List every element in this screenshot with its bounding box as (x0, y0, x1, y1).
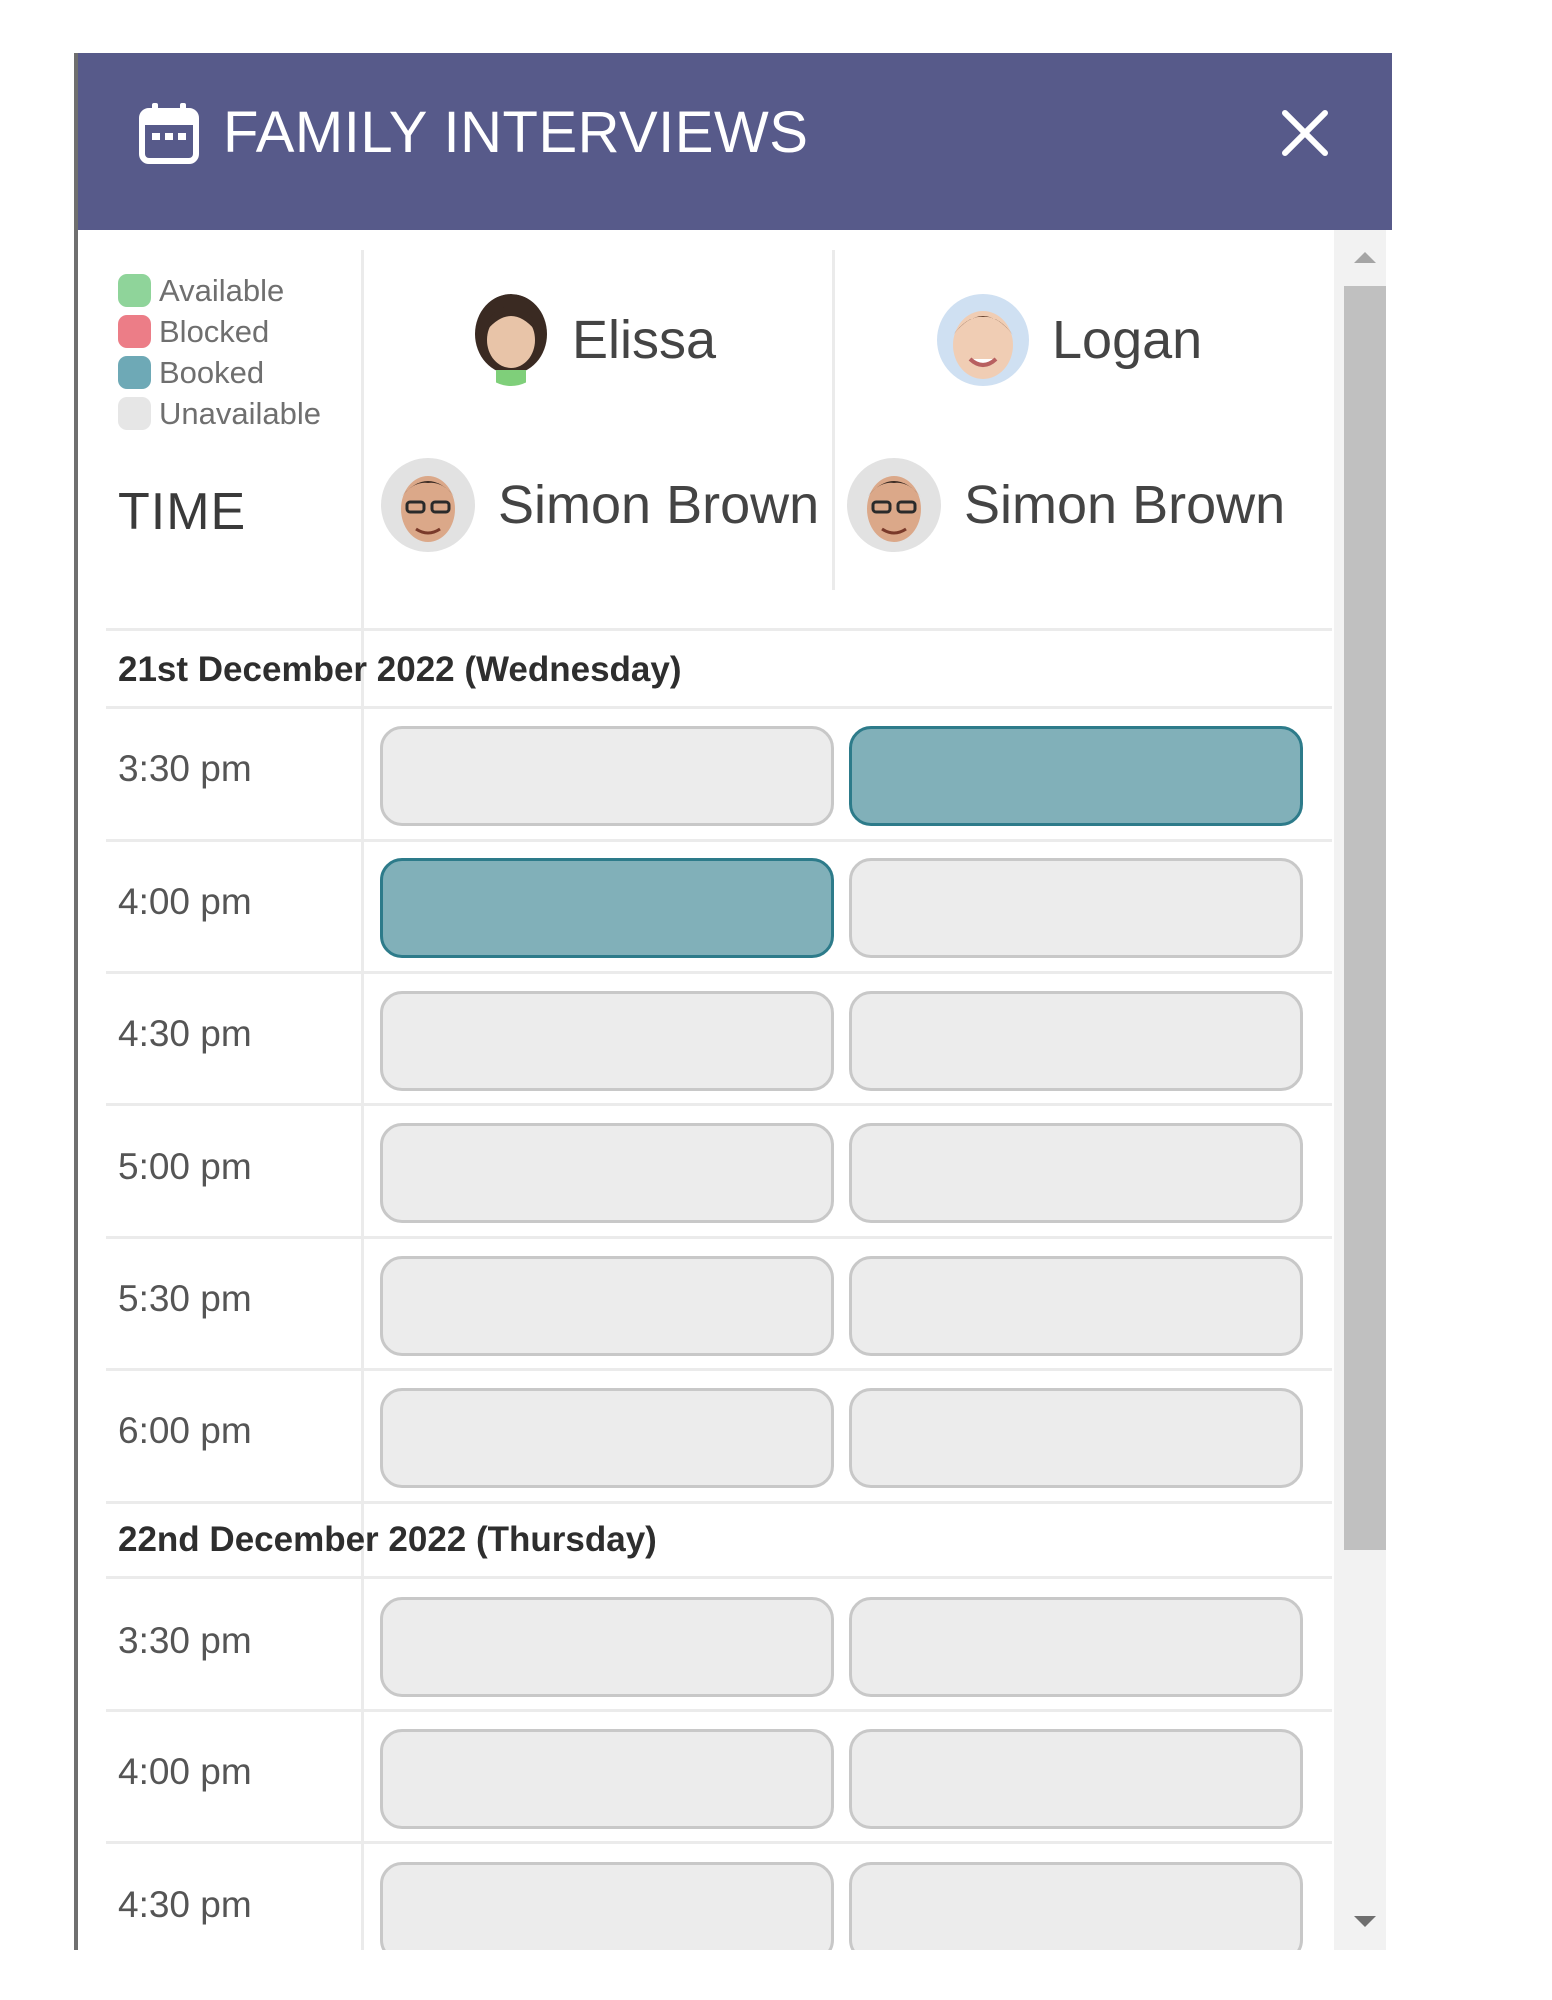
status-legend: Available Blocked Booked Unavailable (118, 270, 321, 434)
slot-cell[interactable] (849, 1862, 1303, 1950)
slot-time: 3:30 pm (118, 1620, 252, 1661)
date-heading: 21st December 2022 (Wednesday) (118, 650, 682, 689)
slot-time: 4:00 pm (118, 1751, 252, 1792)
row-divider (106, 839, 1332, 842)
blocked-swatch (118, 315, 151, 348)
row-divider (106, 971, 1332, 974)
row-divider (106, 1841, 1332, 1844)
slot-cell[interactable] (380, 1862, 834, 1950)
close-icon[interactable] (1275, 103, 1335, 163)
student-name: Elissa (572, 310, 717, 370)
slot-cell[interactable] (849, 1256, 1303, 1356)
row-divider (106, 1501, 1332, 1504)
legend-available: Available (118, 270, 321, 311)
slot-cell[interactable] (380, 991, 834, 1091)
column-divider (361, 250, 364, 1950)
teacher-name: Simon Brown (498, 475, 820, 535)
vertical-scrollbar[interactable] (1334, 230, 1386, 1950)
legend-label: Booked (159, 354, 265, 390)
slot-cell[interactable] (849, 1388, 1303, 1488)
schedule-grid: Available Blocked Booked Unavailable Eli… (78, 230, 1338, 1950)
scroll-up-icon[interactable] (1354, 252, 1376, 263)
row-divider (106, 1576, 1332, 1579)
teacher-avatar (847, 458, 941, 552)
dialog-title: FAMILY INTERVIEWS (223, 100, 809, 165)
teacher-avatar (381, 458, 475, 552)
available-swatch (118, 274, 151, 307)
slot-time: 5:30 pm (118, 1278, 252, 1319)
row-divider (106, 1368, 1332, 1371)
slot-cell[interactable] (380, 726, 834, 826)
row-divider (106, 1709, 1332, 1712)
family-interviews-dialog: FAMILY INTERVIEWS Available Blocked Book… (74, 53, 1392, 1950)
slot-time: 4:30 pm (118, 1884, 252, 1925)
student-avatar (475, 294, 547, 386)
slot-cell[interactable] (380, 1729, 834, 1829)
slot-cell-booked[interactable] (380, 858, 834, 958)
slot-cell[interactable] (849, 1123, 1303, 1223)
legend-label: Blocked (159, 313, 270, 349)
unavailable-swatch (118, 397, 151, 430)
row-divider (106, 706, 1332, 709)
time-column-header: TIME (118, 483, 247, 541)
legend-booked: Booked (118, 352, 321, 393)
column-divider (832, 250, 835, 590)
slot-cell[interactable] (849, 1729, 1303, 1829)
student-logan: Logan (936, 290, 1202, 390)
slot-cell-booked[interactable] (849, 726, 1303, 826)
slot-cell[interactable] (380, 1597, 834, 1697)
slot-time: 4:00 pm (118, 881, 252, 922)
date-heading: 22nd December 2022 (Thursday) (118, 1520, 657, 1559)
student-name: Logan (1052, 310, 1203, 370)
teacher-header: Simon Brown (380, 450, 819, 560)
calendar-icon (139, 103, 199, 164)
student-elissa: Elissa (472, 290, 716, 390)
row-divider (106, 1236, 1332, 1239)
teacher-header: Simon Brown (846, 450, 1285, 560)
slot-cell[interactable] (849, 991, 1303, 1091)
slot-cell[interactable] (380, 1256, 834, 1356)
slot-cell[interactable] (849, 1597, 1303, 1697)
row-divider (106, 628, 1332, 631)
legend-label: Unavailable (159, 395, 321, 431)
slot-cell[interactable] (849, 858, 1303, 958)
row-divider (106, 1103, 1332, 1106)
legend-blocked: Blocked (118, 311, 321, 352)
scroll-down-icon[interactable] (1354, 1916, 1376, 1927)
booked-swatch (118, 356, 151, 389)
scrollbar-thumb[interactable] (1344, 286, 1386, 1550)
slot-time: 4:30 pm (118, 1013, 252, 1054)
dialog-header: FAMILY INTERVIEWS (78, 53, 1392, 230)
student-avatar (937, 294, 1029, 386)
slot-cell[interactable] (380, 1123, 834, 1223)
slot-time: 5:00 pm (118, 1146, 252, 1187)
slot-cell[interactable] (380, 1388, 834, 1488)
legend-unavailable: Unavailable (118, 393, 321, 434)
teacher-name: Simon Brown (964, 475, 1286, 535)
slot-time: 3:30 pm (118, 748, 252, 789)
slot-time: 6:00 pm (118, 1410, 252, 1451)
legend-label: Available (159, 272, 285, 308)
